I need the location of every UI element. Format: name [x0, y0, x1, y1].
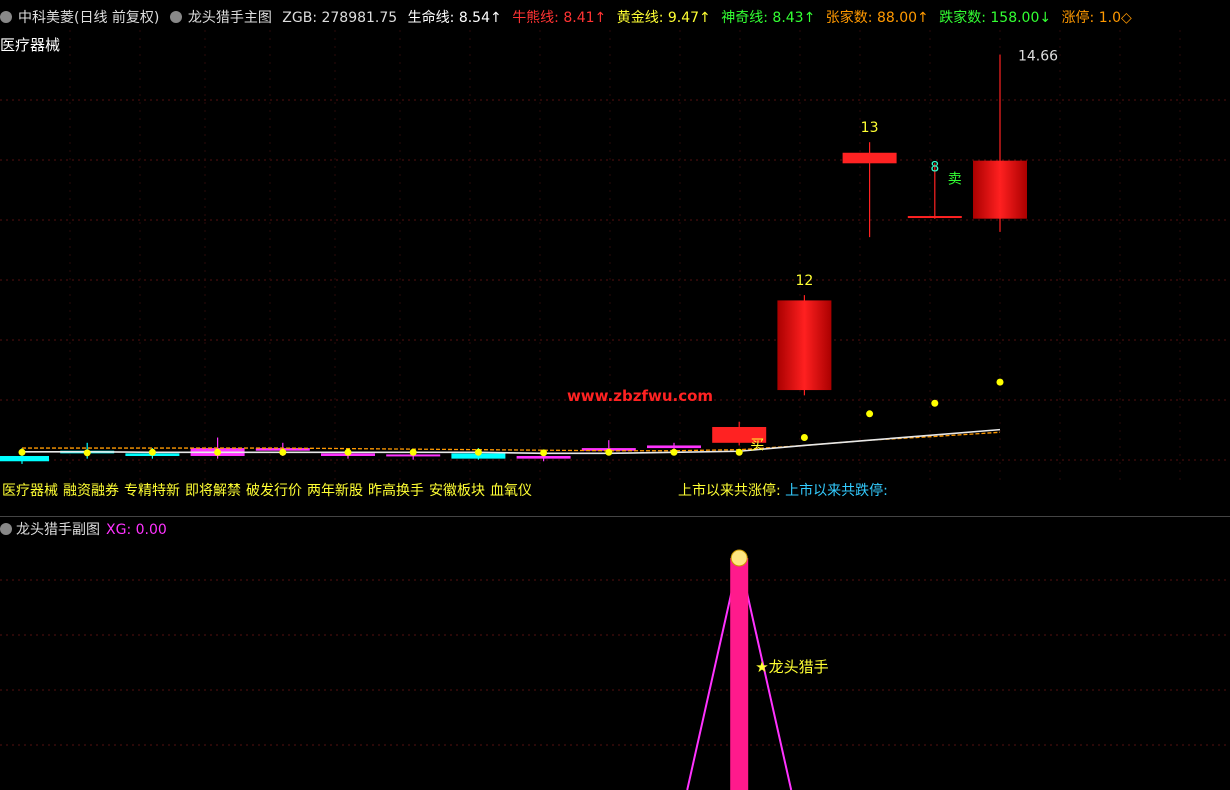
watermark: www.zbzfwu.com — [567, 387, 713, 405]
bull-line-value: 牛熊线: 8.41↑ — [512, 10, 607, 26]
money-bag-icon — [730, 549, 748, 567]
signal-dot — [83, 449, 91, 457]
zgb-value: ZGB: 278981.75 — [282, 10, 398, 26]
sub-indicator-name[interactable]: 龙头猎手副图 — [16, 522, 100, 538]
signal-dot — [279, 448, 287, 456]
concept-tag[interactable]: 融资融券 — [63, 483, 119, 499]
signal-dot — [996, 378, 1004, 386]
concept-tag[interactable]: 专精特新 — [124, 483, 180, 499]
sub-indicator-menu-icon[interactable] — [0, 523, 12, 535]
ipo-up-stat: 上市以来共涨停: — [678, 483, 781, 499]
signal-dot — [474, 448, 482, 456]
concept-tag[interactable]: 两年新股 — [307, 483, 363, 499]
signal-dot — [344, 448, 352, 456]
concept-tag[interactable]: 血氧仪 — [490, 483, 532, 499]
signal-bar — [730, 558, 749, 790]
candle-label: 12 — [795, 273, 813, 289]
concept-tags: 医疗器械 融资融券 专精特新 即将解禁 破发行价 两年新股 昨高换手 安徽板块 血氧仪 — [2, 480, 537, 500]
limit-up-value: 涨停: 1.0◇ — [1061, 10, 1132, 26]
candle-label: 买 — [750, 437, 764, 453]
candle-body — [516, 455, 571, 459]
main-chart: 买 12 13 8卖 14.66 www.zbzfwu.com — [0, 30, 1230, 485]
candle-body — [907, 216, 962, 219]
signal-dot — [214, 448, 222, 456]
pane-divider[interactable] — [0, 516, 1230, 517]
candle-label: 8 — [930, 159, 939, 175]
candle-label: 13 — [861, 120, 879, 136]
concept-tag[interactable]: 医疗器械 — [2, 483, 58, 499]
signal-dot — [148, 448, 156, 456]
concept-tag[interactable]: 昨高换手 — [368, 483, 424, 499]
candle-body — [973, 160, 1027, 219]
xg-value: XG: 0.00 — [106, 522, 167, 538]
indicator-name[interactable]: 龙头猎手主图 — [188, 10, 272, 26]
ipo-down-stat: 上市以来共跌停: — [785, 483, 888, 499]
concept-tag[interactable]: 即将解禁 — [185, 483, 241, 499]
candle-body — [842, 152, 897, 164]
magic-line-value: 神奇线: 8.43↑ — [721, 10, 816, 26]
life-line-value: 生命线: 8.54↑ — [407, 10, 502, 26]
signal-dot — [18, 448, 26, 456]
candle-body — [777, 300, 832, 391]
signal-dot — [800, 434, 808, 442]
signal-dot — [540, 449, 548, 457]
concept-tag[interactable]: 破发行价 — [246, 483, 302, 499]
down-count-value: 跌家数: 158.00↓ — [939, 10, 1052, 26]
candle-body — [0, 455, 49, 462]
stock-title[interactable]: 中科美菱(日线 前复权) — [18, 10, 159, 26]
candle-label: 14.66 — [1018, 49, 1058, 65]
ipo-stats: 上市以来共涨停: 上市以来共跌停: — [678, 480, 888, 500]
candle-body — [647, 445, 701, 449]
signal-dot — [931, 399, 939, 407]
chart-header: 中科美菱(日线 前复权) 龙头猎手主图 ZGB: 278981.75 生命线: … — [0, 8, 1138, 28]
signal-dot — [605, 448, 613, 456]
signal-label: ★龙头猎手 — [755, 658, 828, 676]
sub-chart-header: 龙头猎手副图 XG: 0.00 — [0, 520, 167, 540]
sell-tag: 卖 — [948, 171, 962, 187]
signal-dot — [866, 410, 874, 418]
signal-dot — [670, 448, 678, 456]
concept-tag[interactable]: 安徽板块 — [429, 483, 485, 499]
collapse-icon[interactable] — [0, 11, 12, 23]
gold-line-value: 黄金线: 9.47↑ — [616, 10, 711, 26]
up-count-value: 张家数: 88.00↑ — [825, 10, 929, 26]
signal-dot — [409, 448, 417, 456]
indicator-menu-icon[interactable] — [169, 11, 182, 23]
sub-chart: ★龙头猎手 — [0, 549, 1230, 790]
signal-dot — [735, 448, 743, 456]
